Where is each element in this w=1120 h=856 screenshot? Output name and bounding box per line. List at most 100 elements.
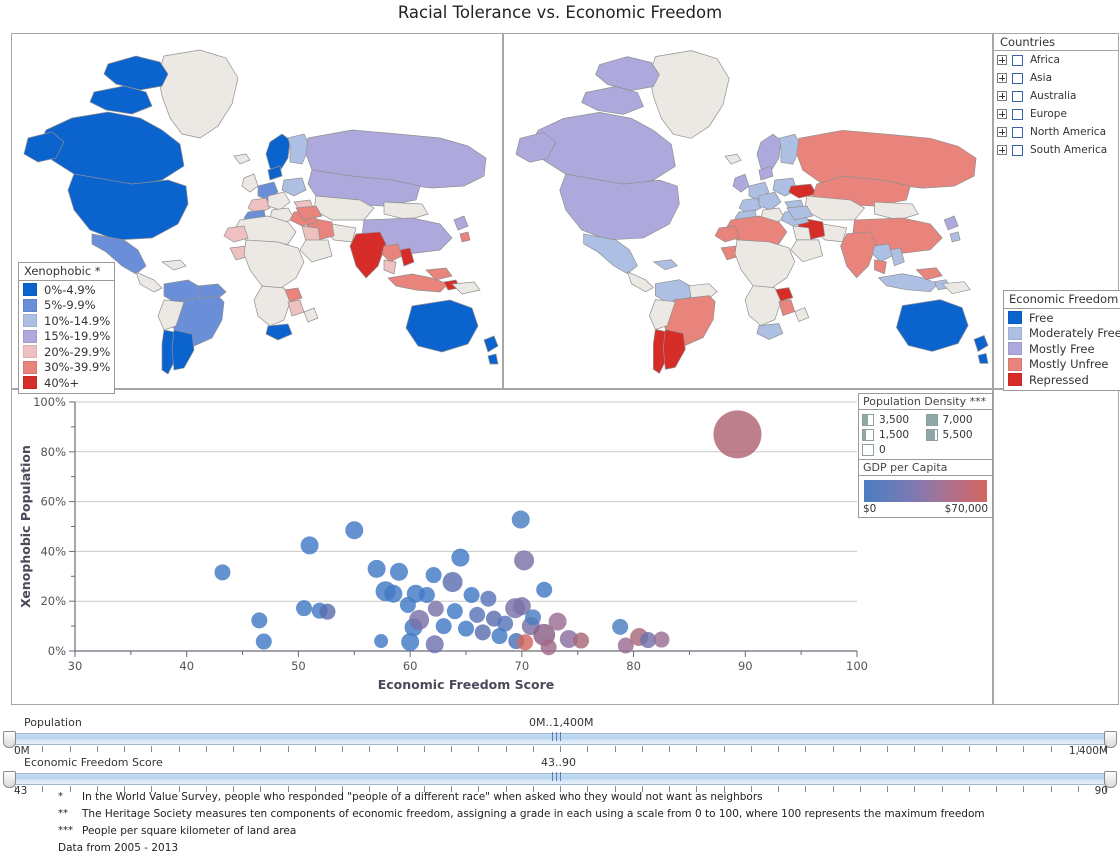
legend-gdp-title: GDP per Capita: [859, 460, 992, 476]
svg-text:100: 100: [846, 659, 868, 673]
footnote-row: * In the World Value Survey, people who …: [58, 791, 1058, 808]
pd-legend-item: 5,500: [925, 427, 990, 442]
legend-item[interactable]: Moderately Free: [1008, 326, 1120, 342]
svg-text:Economic Freedom Score: Economic Freedom Score: [378, 677, 555, 692]
checkbox[interactable]: [1012, 144, 1023, 156]
legend-item[interactable]: Mostly Unfree: [1008, 357, 1120, 373]
svg-text:100%: 100%: [33, 395, 66, 409]
legend-label: Repressed: [1029, 372, 1089, 387]
countries-header: Countries: [994, 34, 1118, 51]
density-swatch: [862, 428, 874, 441]
country-row-australia[interactable]: Australia: [994, 87, 1118, 105]
country-label: North America: [1030, 126, 1107, 138]
country-row-africa[interactable]: Africa: [994, 51, 1118, 69]
legend-item[interactable]: Repressed: [1008, 372, 1120, 388]
legend-item[interactable]: Free: [1008, 310, 1120, 326]
legend-label: 40%+: [44, 375, 80, 390]
expand-icon[interactable]: [997, 55, 1007, 65]
slider-efs-center-marker[interactable]: |||: [551, 772, 563, 782]
slider-population-center-marker[interactable]: |||: [551, 732, 563, 742]
color-swatch: [1008, 373, 1022, 387]
footnote-row: ** The Heritage Society measures ten com…: [58, 808, 1058, 825]
footnote-marker: **: [58, 808, 68, 819]
page-title: Racial Tolerance vs. Economic Freedom: [397, 3, 723, 22]
legend-item[interactable]: Mostly Free: [1008, 341, 1120, 357]
pd-label: 3,500: [879, 413, 910, 426]
color-swatch: [1008, 311, 1022, 325]
country-row-north-america[interactable]: North America: [994, 123, 1118, 141]
slider-population-value: 0M..1,400M: [529, 716, 594, 729]
country-row-europe[interactable]: Europe: [994, 105, 1118, 123]
legend-item[interactable]: 40%+: [23, 375, 110, 391]
pd-label: 5,500: [942, 428, 973, 441]
svg-text:50: 50: [291, 659, 306, 673]
legend-population-density: Population Density *** 3,500 7,000 1,500…: [858, 393, 993, 461]
expand-icon[interactable]: [997, 127, 1007, 137]
checkbox[interactable]: [1012, 54, 1023, 66]
expand-icon[interactable]: [997, 91, 1007, 101]
legend-label: Mostly Unfree: [1029, 357, 1109, 372]
checkbox[interactable]: [1012, 108, 1023, 120]
country-label: Australia: [1030, 90, 1077, 102]
expand-icon[interactable]: [997, 109, 1007, 119]
world-map-economic-freedom: [515, 50, 989, 374]
legend-label: 0%-4.9%: [44, 282, 96, 297]
legend-item[interactable]: 30%-39.9%: [23, 360, 110, 376]
legend-economic-freedom: Economic Freedom ** Free Moderately Free…: [1003, 290, 1120, 391]
svg-text:Xenophobic Population: Xenophobic Population: [18, 445, 33, 608]
legend-label: Free: [1029, 310, 1054, 325]
right-lower-panel: [993, 389, 1119, 705]
legend-label: 20%-29.9%: [44, 344, 111, 359]
country-row-asia[interactable]: Asia: [994, 69, 1118, 87]
color-swatch: [1008, 357, 1022, 371]
svg-text:60: 60: [403, 659, 418, 673]
checkbox[interactable]: [1012, 126, 1023, 138]
map-panel-economic-freedom[interactable]: Economic Freedom ** Free Moderately Free…: [503, 33, 1120, 391]
footnote-row: *** People per square kilometer of land …: [58, 825, 1058, 842]
legend-gdp-per-capita: GDP per Capita $0 $70,000: [858, 459, 993, 518]
svg-text:60%: 60%: [40, 495, 66, 509]
pd-legend-item: 0: [862, 442, 926, 457]
country-row-south-america[interactable]: South America: [994, 141, 1118, 159]
scatter-plot[interactable]: 0% 20% 40% 60% 80% 100% 30 40 50 60 70 80 90 100 Econo…: [12, 390, 992, 704]
country-label: Africa: [1030, 54, 1060, 66]
country-label: Europe: [1030, 108, 1067, 120]
color-swatch: [23, 376, 37, 390]
gdp-max-label: $70,000: [944, 503, 988, 515]
slider-efs-max: 90: [1094, 785, 1108, 797]
legend-economic-freedom-title: Economic Freedom **: [1004, 291, 1120, 309]
color-swatch: [23, 283, 37, 297]
footnote-text: In the World Value Survey, people who re…: [82, 791, 763, 803]
legend-item[interactable]: 15%-19.9%: [23, 329, 110, 345]
legend-label: 10%-14.9%: [44, 313, 111, 328]
color-swatch: [23, 329, 37, 343]
slider-efs-min: 43: [14, 785, 28, 797]
svg-text:70: 70: [515, 659, 530, 673]
legend-item[interactable]: 5%-9.9%: [23, 298, 110, 314]
svg-text:40%: 40%: [40, 544, 66, 558]
legend-label: Moderately Free: [1029, 326, 1120, 341]
color-swatch: [1008, 342, 1022, 356]
legend-item[interactable]: 20%-29.9%: [23, 344, 110, 360]
svg-text:90: 90: [738, 659, 753, 673]
slider-population-max: 1,400M: [1068, 745, 1108, 757]
expand-icon[interactable]: [997, 73, 1007, 83]
footnote-text: People per square kilometer of land area: [82, 825, 297, 837]
svg-text:0%: 0%: [48, 644, 66, 658]
map-panel-xenophobic[interactable]: Xenophobic * 0%-4.9% 5%-9.9% 10%-14.9% 1…: [11, 33, 503, 394]
svg-text:40: 40: [179, 659, 194, 673]
pd-legend-item: 1,500: [862, 427, 926, 442]
density-swatch: [862, 443, 874, 456]
legend-item[interactable]: 10%-14.9%: [23, 313, 110, 329]
country-label: South America: [1030, 144, 1108, 156]
svg-text:80%: 80%: [40, 445, 66, 459]
expand-icon[interactable]: [997, 145, 1007, 155]
legend-population-density-title: Population Density ***: [859, 394, 992, 410]
scatter-plot-panel[interactable]: 0% 20% 40% 60% 80% 100% 30 40 50 60 70 80 90 100 Econo…: [11, 389, 993, 705]
checkbox[interactable]: [1012, 90, 1023, 102]
slider-population-ticks: [15, 746, 1106, 753]
color-swatch: [23, 345, 37, 359]
svg-text:30: 30: [68, 659, 83, 673]
legend-item[interactable]: 0%-4.9%: [23, 282, 110, 298]
checkbox[interactable]: [1012, 72, 1023, 84]
